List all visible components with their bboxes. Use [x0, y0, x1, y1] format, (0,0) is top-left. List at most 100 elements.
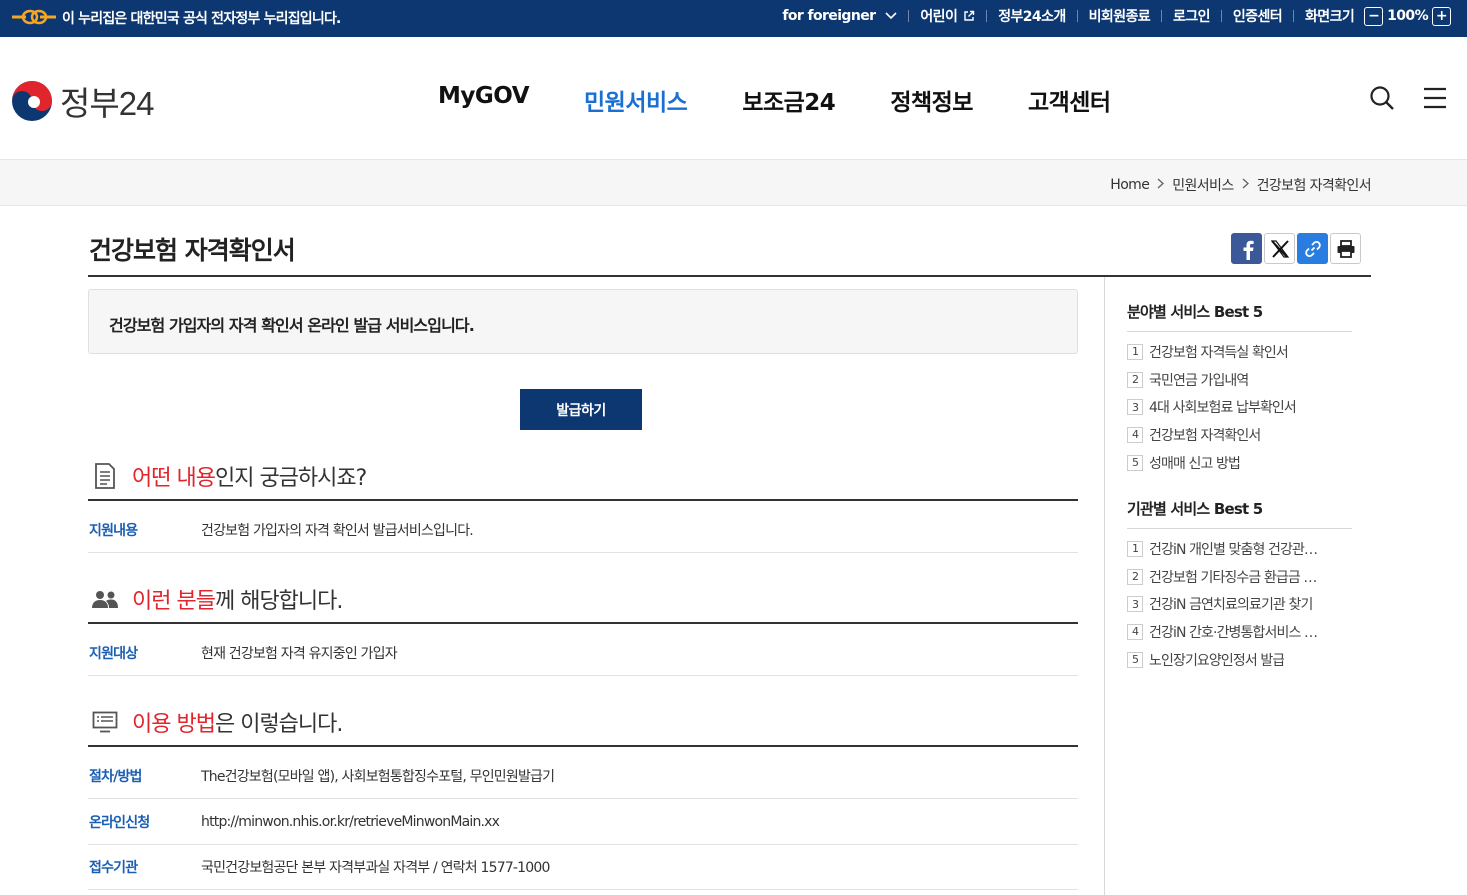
list-item[interactable]: 3 건강iN 금연치료의료기관 찾기	[1127, 590, 1352, 618]
breadcrumb-current: 건강보험 자격확인서	[1256, 178, 1372, 194]
list-item[interactable]: 5 성매매 신고 방법	[1127, 449, 1352, 477]
chevron-right-icon	[1242, 178, 1249, 192]
list-item[interactable]: 1 건강iN 개인별 맞춤형 건강관리 서비스	[1127, 535, 1352, 563]
title-divider	[88, 275, 1371, 277]
chevron-right-icon	[1157, 178, 1165, 192]
rank-number: 5	[1127, 454, 1143, 471]
divider	[986, 10, 988, 22]
list-item[interactable]: 2 국민연금 가입내역	[1127, 366, 1352, 394]
field-best5-title: 분야별 서비스 Best 5	[1127, 303, 1263, 321]
section-who-highlight: 이런 분들	[132, 589, 216, 614]
issue-button[interactable]: 발급하기	[520, 389, 642, 430]
for-foreigner-dropdown[interactable]: for foreigner	[782, 8, 897, 24]
aside-divider	[1104, 277, 1105, 895]
row-label: 지원대상	[89, 645, 138, 662]
aside-rule	[1127, 528, 1352, 529]
page-title: 건강보험 자격확인서	[89, 236, 296, 265]
list-item-label: 건강보험 자격확인서	[1149, 427, 1261, 444]
rank-number: 4	[1127, 623, 1143, 640]
agency-best5-list: 1 건강iN 개인별 맞춤형 건강관리 서비스 2 건강보험 기타징수금 환급금 조…	[1127, 535, 1352, 673]
monitor-list-icon	[90, 707, 120, 737]
nav-customer-center[interactable]: 고객센터	[1028, 83, 1111, 117]
search-icon[interactable]	[1369, 85, 1395, 115]
nav-mygov[interactable]: MyGOV	[438, 83, 530, 117]
list-item-label: 국민연금 가입내역	[1149, 372, 1249, 389]
list-item[interactable]: 2 건강보험 기타징수금 환급금 조회	[1127, 563, 1352, 591]
login-link[interactable]: 로그인	[1173, 6, 1210, 26]
logo-text: 정부24	[60, 85, 154, 122]
facebook-share-icon[interactable]	[1231, 233, 1262, 264]
list-item[interactable]: 3 4대 사회보험료 납부확인서	[1127, 393, 1352, 421]
row-receiving-agency: 접수기관 국민건강보험공단 본부 자격부과실 자격부 / 연락처 1577-10…	[88, 844, 1078, 890]
main-navigation: MyGOV 민원서비스 보조금24 정책정보 고객센터	[438, 83, 1166, 117]
list-item[interactable]: 5 노인장기요양인정서 발급	[1127, 646, 1352, 674]
rank-number: 4	[1127, 426, 1143, 443]
people-icon	[90, 584, 120, 614]
field-best5-list: 1 건강보험 자격득실 확인서 2 국민연금 가입내역 3 4대 사회보험료 납부확인…	[1127, 338, 1352, 476]
rank-number: 5	[1127, 651, 1143, 668]
nav-civil-service[interactable]: 민원서비스	[584, 83, 688, 117]
section-who-rest: 께 해당합니다.	[214, 589, 343, 614]
list-item-label: 4대 사회보험료 납부확인서	[1149, 400, 1296, 417]
list-item-label: 건강iN 금연치료의료기관 찾기	[1149, 597, 1313, 614]
utility-menu: for foreigner 어린이 정부24소개 비회원종료 로그인 인증센터 …	[782, 6, 1451, 26]
section-how-highlight: 이용 방법	[132, 712, 216, 737]
zoom-out-button[interactable]: −	[1364, 6, 1384, 26]
row-label: 지원내용	[89, 522, 138, 539]
agency-best5-title: 기관별 서비스 Best 5	[1127, 500, 1263, 518]
online-application-link[interactable]: http://minwon.nhis.or.kr/retrieveMinwonM…	[201, 814, 500, 830]
for-foreigner-label: for foreigner	[782, 8, 876, 24]
print-icon[interactable]	[1330, 233, 1361, 264]
section-how-title: 이용 방법은 이렇습니다.	[132, 706, 343, 738]
rank-number: 2	[1127, 568, 1143, 585]
nav-policy-info[interactable]: 정책정보	[890, 83, 973, 117]
x-share-icon[interactable]	[1264, 233, 1295, 264]
row-support-target: 지원대상 현재 건강보험 자격 유지중인 가입자	[88, 630, 1078, 676]
divider	[1293, 10, 1295, 22]
breadcrumb-home[interactable]: Home	[1110, 177, 1150, 193]
site-header: 정부24 MyGOV 민원서비스 보조금24 정책정보 고객센터	[0, 37, 1467, 160]
external-link-icon	[964, 10, 975, 21]
copy-link-icon[interactable]	[1297, 233, 1328, 264]
row-value: The건강보험(모바일 앱), 사회보험통합징수포털, 무인민원발급기	[201, 768, 555, 785]
list-item[interactable]: 1 건강보험 자격득실 확인서	[1127, 338, 1352, 366]
list-item[interactable]: 4 건강iN 간호·간병통합서비스 제공기관	[1127, 618, 1352, 646]
row-value: 국민건강보험공단 본부 자격부과실 자격부 / 연락처 1577-1000	[201, 859, 550, 876]
share-tools	[1231, 233, 1361, 264]
section-how-heading: 이용 방법은 이렇습니다.	[88, 699, 1078, 747]
rank-number: 1	[1127, 343, 1143, 360]
list-item-label: 건강iN 간호·간병통합서비스 제공기관	[1149, 624, 1319, 641]
e-government-mark-icon	[12, 9, 56, 25]
section-how-rest: 은 이렇습니다.	[214, 712, 343, 737]
list-item-label: 건강보험 자격득실 확인서	[1149, 344, 1288, 361]
kids-link[interactable]: 어린이	[920, 6, 975, 26]
list-item[interactable]: 4 건강보험 자격확인서	[1127, 421, 1352, 449]
taegeuk-logo-icon	[12, 81, 52, 121]
rank-number: 3	[1127, 596, 1143, 613]
row-value: 현재 건강보험 자격 유지중인 가입자	[201, 645, 398, 662]
home-logo-link[interactable]: 정부24	[10, 77, 154, 125]
nav-subsidy24[interactable]: 보조금24	[742, 83, 836, 117]
section-what-title: 어떤 내용인지 궁금하시죠?	[132, 460, 367, 492]
breadcrumb: Home 민원서비스 건강보험 자격확인서	[1110, 175, 1371, 195]
hamburger-menu-icon[interactable]	[1423, 87, 1447, 113]
document-icon	[90, 461, 120, 491]
nonmember-exit-link[interactable]: 비회원종료	[1089, 6, 1151, 26]
row-label: 접수기관	[89, 859, 138, 876]
list-item-label: 노인장기요양인정서 발급	[1149, 652, 1285, 669]
chevron-down-icon	[885, 10, 897, 23]
section-what-heading: 어떤 내용인지 궁금하시죠?	[88, 453, 1078, 501]
section-what-highlight: 어떤 내용	[132, 466, 216, 491]
rank-number: 3	[1127, 399, 1143, 416]
zoom-in-button[interactable]: +	[1432, 6, 1451, 26]
service-summary-box: 건강보험 가입자의 자격 확인서 온라인 발급 서비스입니다.	[88, 289, 1078, 354]
aside-rule	[1127, 331, 1352, 332]
list-item-label: 성매매 신고 방법	[1149, 455, 1240, 472]
row-support-content: 지원내용 건강보험 가입자의 자격 확인서 발급서비스입니다.	[88, 507, 1078, 553]
divider	[908, 10, 910, 22]
cert-center-link[interactable]: 인증센터	[1233, 6, 1283, 26]
about-link[interactable]: 정부24소개	[998, 6, 1066, 26]
kids-label: 어린이	[920, 9, 958, 25]
breadcrumb-civil-service[interactable]: 민원서비스	[1172, 175, 1234, 195]
zoom-level: 100%	[1387, 8, 1428, 24]
